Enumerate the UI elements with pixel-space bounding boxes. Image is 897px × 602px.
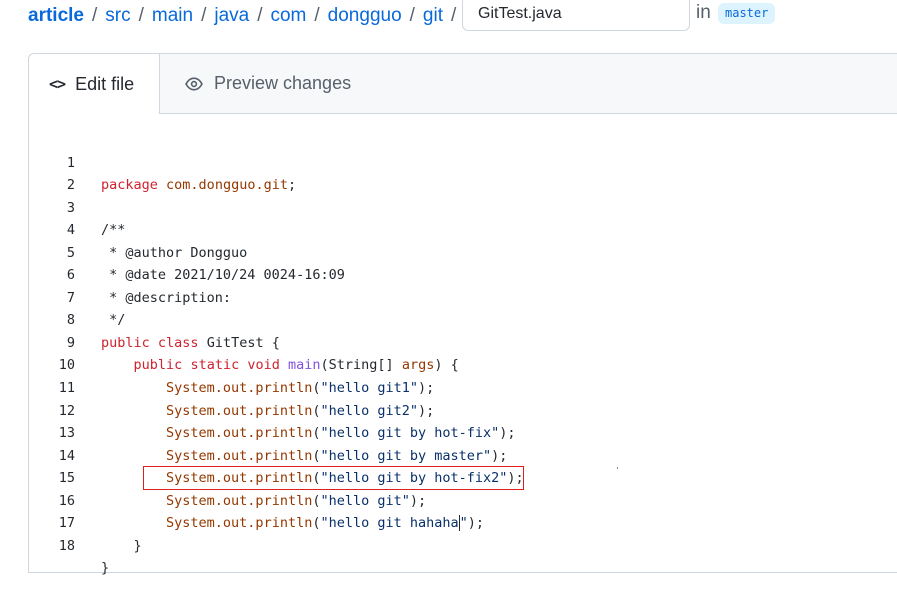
filename-input[interactable]	[462, 0, 690, 31]
breadcrumb-separator: /	[91, 5, 98, 26]
code-text: }	[101, 537, 142, 554]
code-line: 17 }	[29, 490, 897, 554]
code-line: 6 * @description:	[29, 242, 897, 306]
code-line: 11 System.out.println("hello git2");	[29, 354, 897, 419]
tab-edit-file[interactable]: <> Edit file	[29, 54, 160, 114]
code-line: 5 * @date 2021/10/24 0024-16:09	[29, 219, 897, 284]
breadcrumb-separator: /	[257, 5, 263, 26]
breadcrumb-link-src[interactable]: src	[105, 5, 130, 27]
breadcrumb-separator: /	[409, 5, 415, 26]
code-line: 7 */	[29, 264, 897, 329]
code-line: 8 public class GitTest {	[29, 287, 897, 351]
breadcrumb-link-dongguo[interactable]: dongguo	[328, 5, 402, 27]
code-line: 18 }	[29, 512, 897, 577]
tab-preview-changes-label: Preview changes	[214, 73, 352, 93]
code-line: 2	[29, 152, 897, 193]
breadcrumb-separator: /	[314, 5, 320, 26]
breadcrumb-link-java[interactable]: java	[214, 5, 249, 27]
code-line: 14 System.out.println("hello git by hot-…	[29, 422, 897, 487]
breadcrumb-link-main[interactable]: main	[152, 5, 193, 27]
file-editor: <> Edit file Preview changes 1 package c…	[28, 53, 897, 577]
breadcrumb-repo-link[interactable]: article	[28, 5, 84, 27]
code-line: 15 System.out.println("hello git");	[29, 445, 897, 509]
line-highlight-annotation	[143, 466, 524, 490]
stray-dot	[617, 467, 618, 469]
eye-icon	[185, 76, 203, 91]
code-line: 10 System.out.println("hello git1");	[29, 332, 897, 396]
code-line: 4 * @author Dongguo	[29, 197, 897, 261]
breadcrumb-link-git[interactable]: git	[423, 5, 443, 27]
code-line: 3 /**	[29, 174, 897, 239]
breadcrumb-separator: /	[201, 5, 207, 26]
code-line: 12 System.out.println("hello git by hot-…	[29, 377, 897, 442]
code-line: 9 public static void main(String[] args)…	[29, 309, 897, 374]
line-number: 18	[58, 537, 75, 554]
editor-tabbar: <> Edit file Preview changes	[29, 54, 897, 114]
tab-preview-changes[interactable]: Preview changes	[184, 54, 351, 113]
breadcrumb-separator: /	[138, 5, 144, 26]
breadcrumb-link-com[interactable]: com	[270, 5, 306, 27]
code-line: 13 System.out.println("hello git by mast…	[29, 400, 897, 464]
branch-in-label: in	[696, 2, 711, 23]
breadcrumb-separator: /	[451, 5, 457, 26]
code-icon: <>	[49, 75, 66, 93]
code-text: }	[101, 560, 110, 577]
branch-badge: master	[718, 3, 776, 24]
tab-edit-file-label: Edit file	[75, 73, 135, 94]
code-line: 1 package com.dongguo.git;	[29, 129, 897, 194]
breadcrumb: article / src / main / java / com / dong…	[28, 0, 464, 32]
